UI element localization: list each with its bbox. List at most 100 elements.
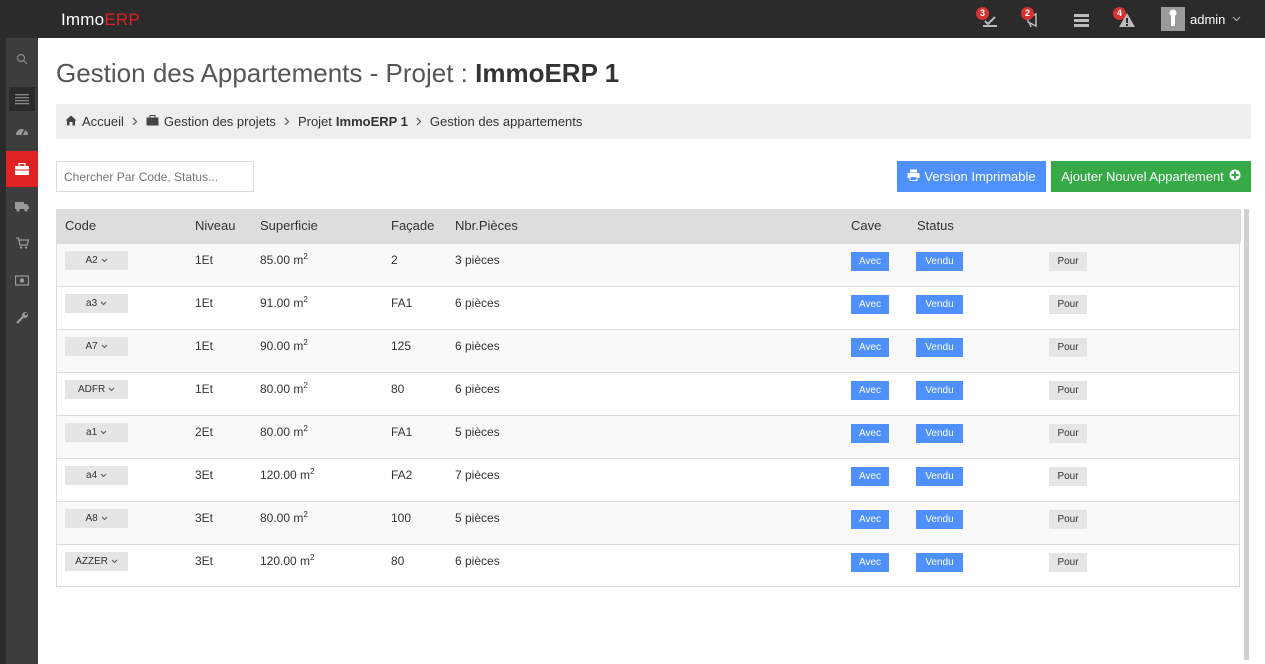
unit-exponent: 2 bbox=[303, 510, 308, 519]
cell-niveau: 1Et bbox=[195, 382, 214, 396]
cell-pieces: 6 pièces bbox=[455, 382, 500, 396]
cave-badge: Avec bbox=[851, 252, 889, 271]
unit-exponent: 2 bbox=[303, 381, 308, 390]
announcements-notification-button[interactable]: 2 bbox=[1021, 7, 1046, 30]
header-facade[interactable]: Façade bbox=[391, 218, 434, 233]
cell-pieces: 5 pièces bbox=[455, 511, 500, 525]
sidebar-item-settings[interactable] bbox=[6, 302, 38, 332]
code-dropdown-button[interactable]: A8 bbox=[65, 509, 128, 528]
top-navbar: ImmoERP 3 2 4 admin bbox=[0, 0, 1265, 38]
unit-exponent: 2 bbox=[303, 424, 308, 433]
chevron-down-icon bbox=[101, 255, 108, 266]
cell-superficie: 80.00 m2 bbox=[260, 510, 308, 526]
sidebar-item-search[interactable] bbox=[6, 44, 38, 74]
cell-niveau: 1Et bbox=[195, 339, 214, 353]
print-version-button[interactable]: Version Imprimable bbox=[897, 161, 1046, 192]
page-title-prefix: Gestion des Appartements - Projet : bbox=[56, 58, 476, 88]
money-icon bbox=[15, 274, 29, 286]
cell-pieces: 7 pièces bbox=[455, 468, 500, 482]
status-badge: Vendu bbox=[916, 510, 963, 529]
logo-accent-text: ERP bbox=[104, 10, 140, 29]
pour-button[interactable]: Pour bbox=[1049, 381, 1087, 400]
code-dropdown-button[interactable]: A7 bbox=[65, 337, 128, 356]
header-code[interactable]: Code bbox=[65, 218, 96, 233]
search-input[interactable] bbox=[56, 161, 254, 192]
header-status[interactable]: Status bbox=[917, 218, 954, 233]
cell-facade: FA1 bbox=[391, 425, 413, 439]
status-badge: Vendu bbox=[916, 338, 963, 357]
code-dropdown-button[interactable]: A2 bbox=[65, 251, 128, 270]
breadcrumb-projects[interactable]: Gestion des projets bbox=[146, 114, 276, 129]
chevron-down-icon bbox=[100, 470, 107, 481]
cell-pieces: 6 pièces bbox=[455, 554, 500, 568]
header-niveau[interactable]: Niveau bbox=[195, 218, 235, 233]
chevron-right-icon bbox=[132, 114, 138, 129]
code-label: a4 bbox=[86, 470, 98, 481]
code-label: AZZER bbox=[75, 556, 108, 567]
unit-exponent: 2 bbox=[310, 553, 315, 562]
pour-button[interactable]: Pour bbox=[1049, 424, 1087, 443]
cell-superficie: 90.00 m2 bbox=[260, 339, 308, 354]
status-badge: Vendu bbox=[916, 553, 963, 572]
table-row: ADFR 1Et 80.00 m2 80 6 pièces Avec Vendu Pour bbox=[57, 372, 1239, 415]
pour-button[interactable]: Pour bbox=[1049, 553, 1087, 572]
chevron-right-icon bbox=[284, 114, 290, 129]
sidebar-item-delivery[interactable] bbox=[6, 191, 38, 221]
breadcrumb-project[interactable]: Projet ImmoERP 1 bbox=[298, 114, 408, 129]
cell-facade: 100 bbox=[391, 511, 412, 525]
code-dropdown-button[interactable]: a1 bbox=[65, 423, 128, 442]
cave-badge: Avec bbox=[851, 381, 889, 400]
unit-exponent: 2 bbox=[310, 467, 315, 476]
table-row: A7 1Et 90.00 m2 125 6 pièces Avec Vendu Pour bbox=[57, 329, 1239, 372]
cell-niveau: 1Et bbox=[195, 296, 214, 310]
cell-superficie: 80.00 m2 bbox=[260, 424, 308, 440]
tasks-notification-button[interactable]: 3 bbox=[976, 7, 1001, 30]
code-dropdown-button[interactable]: AZZER bbox=[65, 552, 128, 571]
search-icon bbox=[16, 53, 28, 65]
status-badge: Vendu bbox=[916, 467, 963, 486]
breadcrumb-projects-label: Gestion des projets bbox=[163, 114, 276, 129]
superficie-value: 80.00 m bbox=[260, 511, 304, 525]
cell-niveau: 2Et bbox=[195, 425, 214, 439]
plus-circle-icon bbox=[1224, 169, 1241, 184]
code-dropdown-button[interactable]: a3 bbox=[65, 294, 128, 313]
print-version-label: Version Imprimable bbox=[924, 169, 1036, 184]
code-dropdown-button[interactable]: ADFR bbox=[65, 380, 128, 399]
sidebar-item-projects[interactable] bbox=[6, 151, 38, 187]
cave-badge: Avec bbox=[851, 467, 889, 486]
scrollbar[interactable] bbox=[1244, 209, 1249, 660]
briefcase-icon bbox=[146, 114, 164, 129]
pour-button[interactable]: Pour bbox=[1049, 295, 1087, 314]
code-dropdown-button[interactable]: a4 bbox=[65, 466, 128, 485]
breadcrumb-home[interactable]: Accueil bbox=[65, 114, 124, 129]
server-button[interactable] bbox=[1071, 10, 1093, 30]
sidebar-item-menu[interactable] bbox=[9, 87, 35, 111]
cell-pieces: 6 pièces bbox=[455, 339, 500, 353]
table-header: Code Niveau Superficie Façade Nbr.Pièces… bbox=[57, 209, 1241, 243]
header-superficie[interactable]: Superficie bbox=[260, 218, 318, 233]
cell-niveau: 3Et bbox=[195, 468, 214, 482]
app-logo[interactable]: ImmoERP bbox=[61, 10, 140, 30]
cart-icon bbox=[15, 237, 29, 249]
header-pieces[interactable]: Nbr.Pièces bbox=[455, 218, 518, 233]
pour-button[interactable]: Pour bbox=[1049, 467, 1087, 486]
sidebar-item-finance[interactable] bbox=[6, 265, 38, 295]
cell-niveau: 3Et bbox=[195, 511, 214, 525]
breadcrumb-current: Gestion des appartements bbox=[429, 114, 583, 129]
breadcrumb: Accueil Gestion des projets Projet ImmoE… bbox=[56, 104, 1251, 139]
pour-button[interactable]: Pour bbox=[1049, 338, 1087, 357]
header-cave[interactable]: Cave bbox=[851, 218, 881, 233]
unit-exponent: 2 bbox=[303, 295, 308, 304]
chevron-down-icon bbox=[108, 384, 115, 395]
add-apartment-button[interactable]: Ajouter Nouvel Appartement bbox=[1051, 161, 1251, 192]
alerts-notification-button[interactable]: 4 bbox=[1113, 7, 1138, 30]
cell-niveau: 1Et bbox=[195, 253, 214, 267]
user-menu[interactable]: admin bbox=[1161, 6, 1241, 32]
sidebar-item-sales[interactable] bbox=[6, 228, 38, 258]
pour-button[interactable]: Pour bbox=[1049, 510, 1087, 529]
sidebar-item-dashboard[interactable] bbox=[6, 115, 38, 145]
avatar bbox=[1161, 7, 1185, 31]
pour-button[interactable]: Pour bbox=[1049, 252, 1087, 271]
code-label: A7 bbox=[85, 341, 98, 352]
code-label: A8 bbox=[85, 513, 98, 524]
